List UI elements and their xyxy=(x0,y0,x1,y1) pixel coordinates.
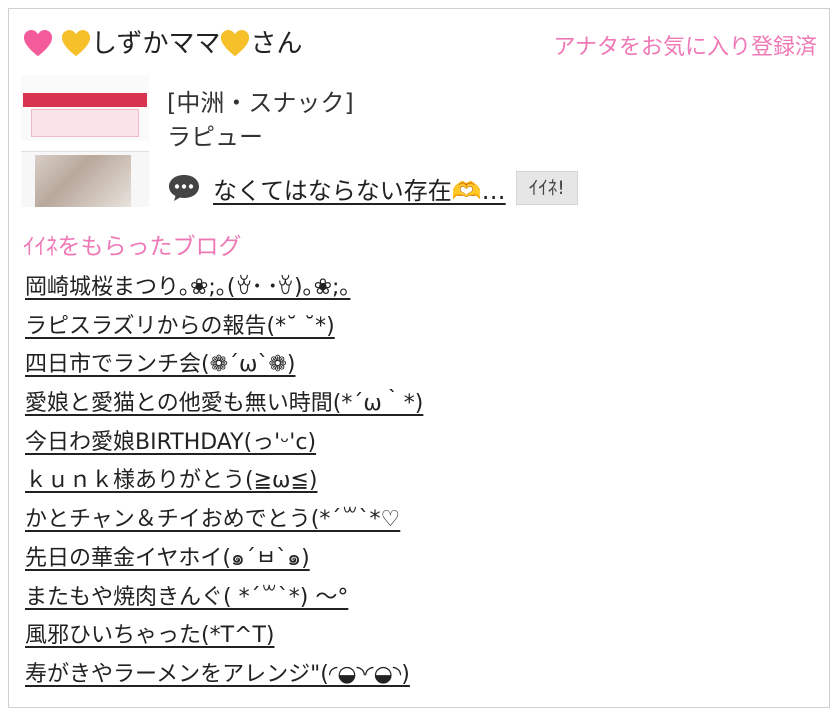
cast-photo xyxy=(35,155,131,207)
gold-heart-icon xyxy=(61,29,91,57)
list-item: ｋｕｎｋ様ありがとう(≧ω≦) xyxy=(25,464,423,503)
liked-blog-link[interactable]: 四日市でランチ会(❁´ω`❁) xyxy=(25,352,295,377)
list-item: 先日の華金イヤホイ(๑´ㅂ`๑) xyxy=(25,542,423,581)
liked-blog-link[interactable]: 風邪ひいちゃった(*T^T) xyxy=(25,623,274,648)
list-item: ラピスラズリからの報告(*˘ ˘*) xyxy=(25,310,423,349)
user-display-name: しずかママ xyxy=(91,29,221,59)
liked-blog-link[interactable]: 寿がきやラーメンをアレンジ"(◜◒◝◜◒◝) xyxy=(25,662,410,687)
favorite-user-card: しずかママ さん アナタをお気に入り登録済 [中洲・スナック] ラピュー なくて… xyxy=(8,8,830,708)
shop-name: ラピュー xyxy=(167,123,263,151)
list-item: 今日わ愛娘BIRTHDAY(っ'ᵕ'c) xyxy=(25,426,423,465)
latest-blog-link[interactable]: なくてはならない存在🫶… xyxy=(213,171,506,206)
list-item: 岡崎城桜まつり｡❀;｡(ꈊ･ ･ꈊ)｡❀;｡ xyxy=(25,271,423,310)
liked-blog-list: 岡崎城桜まつり｡❀;｡(ꈊ･ ･ꈊ)｡❀;｡ ラピスラズリからの報告(*˘ ˘*… xyxy=(25,271,423,697)
liked-blog-link[interactable]: かとチャン＆チイおめでとう(*´꒳`*♡ xyxy=(25,507,400,532)
pink-heart-icon xyxy=(23,29,53,57)
list-item: 寿がきやラーメンをアレンジ"(◜◒◝◜◒◝) xyxy=(25,658,423,697)
liked-blog-link[interactable]: ｋｕｎｋ様ありがとう(≧ω≦) xyxy=(25,468,317,493)
latest-blog-row: なくてはならない存在🫶… ｲｲﾈ! xyxy=(167,169,578,207)
speech-bubble-icon xyxy=(169,175,199,201)
liked-blog-link[interactable]: 先日の華金イヤホイ(๑´ㅂ`๑) xyxy=(25,546,310,571)
list-item: 四日市でランチ会(❁´ω`❁) xyxy=(25,348,423,387)
user-name-row: しずかママ さん xyxy=(23,27,303,61)
liked-blog-link[interactable]: 今日わ愛娘BIRTHDAY(っ'ᵕ'c) xyxy=(25,430,316,455)
liked-blog-link[interactable]: 岡崎城桜まつり｡❀;｡(ꈊ･ ･ꈊ)｡❀;｡ xyxy=(25,275,350,300)
liked-blog-link[interactable]: またもや焼肉きんぐ( *´꒳`*) ～° xyxy=(25,585,348,610)
shop-thumbnail[interactable] xyxy=(21,75,149,207)
shop-genre: [中洲・スナック] xyxy=(167,89,354,117)
list-item: またもや焼肉きんぐ( *´꒳`*) ～° xyxy=(25,581,423,620)
gold-heart-icon xyxy=(221,29,250,57)
list-item: 愛娘と愛猫との他愛も無い時間(*´ω｀*) xyxy=(25,387,423,426)
list-item: かとチャン＆チイおめでとう(*´꒳`*♡ xyxy=(25,503,423,542)
list-item: 風邪ひいちゃった(*T^T) xyxy=(25,619,423,658)
liked-blog-link[interactable]: ラピスラズリからの報告(*˘ ˘*) xyxy=(25,314,335,339)
card-header: しずかママ さん アナタをお気に入り登録済 xyxy=(23,23,817,63)
like-button[interactable]: ｲｲﾈ! xyxy=(515,171,578,205)
liked-blog-link[interactable]: 愛娘と愛猫との他愛も無い時間(*´ω｀*) xyxy=(25,391,423,416)
user-name-suffix: さん xyxy=(250,29,303,59)
liked-blogs-heading: ｲｲﾈをもらったブログ xyxy=(23,234,242,260)
favorite-status-text: アナタをお気に入り登録済 xyxy=(553,35,817,60)
